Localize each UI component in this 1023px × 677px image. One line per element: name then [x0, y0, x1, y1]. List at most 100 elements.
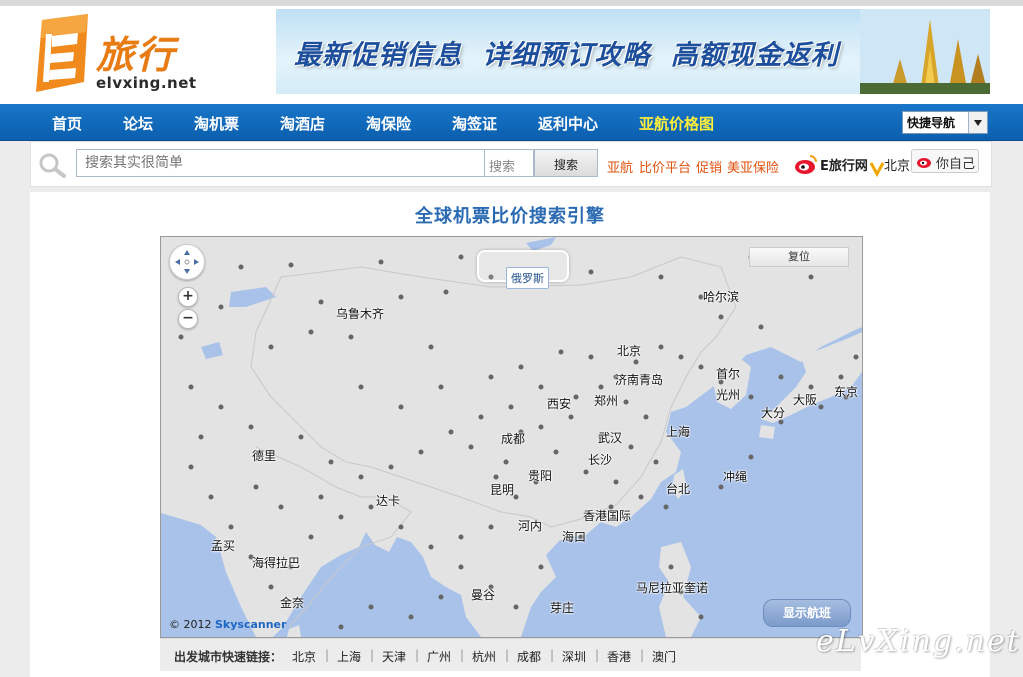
search-bar: 搜索 搜索 亚航 比价平台 促销 美亚保险 E旅行网 北京 你自己 [30, 141, 992, 187]
weibo-mine-label: 你自己 [936, 157, 976, 172]
separator: | [505, 648, 510, 662]
show-flights-button[interactable]: 显示航班 [763, 599, 851, 627]
separator: | [640, 648, 645, 662]
quick-link-city[interactable]: 天津 [382, 648, 406, 665]
city-label[interactable]: 冲绳 [723, 468, 747, 485]
verified-icon [870, 162, 884, 178]
city-label[interactable]: 马尼拉亚奎诺 [636, 579, 708, 596]
quick-link-city[interactable]: 杭州 [472, 648, 496, 665]
city-label[interactable]: 武汉 [598, 429, 622, 446]
search-input[interactable] [76, 149, 484, 177]
nav-rebate[interactable]: 返利中心 [538, 113, 598, 134]
nav-airasia-price[interactable]: 亚航价格图 [639, 113, 714, 134]
city-label[interactable]: 大阪 [793, 391, 817, 408]
quick-nav-label: 快捷导航 [907, 116, 956, 130]
weibo-sina-label[interactable]: E旅行网 [820, 155, 868, 174]
city-label[interactable]: 北京 [617, 342, 641, 359]
quick-link-city[interactable]: 广州 [427, 648, 451, 665]
city-label[interactable]: 芽庄 [550, 599, 574, 616]
city-label[interactable]: 孟买 [211, 537, 235, 554]
weibo-follow-button[interactable]: 你自己 [911, 149, 979, 173]
quick-links-label: 出发城市快速链接： [174, 650, 283, 664]
pan-arrows-icon [175, 250, 199, 274]
city-label[interactable]: 香港国际 [583, 507, 631, 524]
city-label[interactable]: 贵阳 [528, 467, 552, 484]
city-label[interactable]: 光州 [716, 386, 740, 403]
city-label[interactable]: 乌鲁木齐 [336, 305, 384, 322]
separator: | [370, 648, 375, 662]
search-icon [39, 153, 66, 178]
quick-link-city[interactable]: 澳门 [652, 648, 676, 665]
city-label[interactable]: 曼谷 [471, 586, 495, 603]
search-type-select[interactable]: 搜索 [484, 149, 534, 177]
city-label[interactable]: 河内 [518, 517, 542, 534]
region-label-russia[interactable]: 俄罗斯 [506, 267, 549, 289]
logo-e-icon [36, 14, 88, 92]
nav-home[interactable]: 首页 [52, 113, 82, 134]
quick-nav-select[interactable]: 快捷导航 [902, 111, 988, 134]
copyright-year: © 2012 [169, 618, 212, 631]
city-label[interactable]: 德里 [252, 447, 276, 464]
promo-banner[interactable]: 最新促销信息 详细预订攻略 高额现金返利 [276, 9, 990, 94]
chevron-down-icon[interactable] [968, 112, 987, 133]
departure-quick-links: 出发城市快速链接： 北京 | 上海 | 天津 | 广州 | 杭州 | 成都 | … [160, 638, 861, 671]
separator: | [460, 648, 465, 662]
map-pan-control[interactable] [169, 244, 205, 280]
separator: | [415, 648, 420, 662]
nav-insurance[interactable]: 淘保险 [366, 113, 411, 134]
link-promotions[interactable]: 促销 [696, 157, 722, 176]
city-label[interactable]: 金奈 [280, 594, 304, 611]
nav-forum[interactable]: 论坛 [123, 113, 153, 134]
page-title: 全球机票比价搜索引擎 [415, 206, 605, 227]
nav-hotels[interactable]: 淘酒店 [280, 113, 325, 134]
city-label[interactable]: 成都 [501, 430, 525, 447]
nav-visa[interactable]: 淘签证 [452, 113, 497, 134]
separator: | [325, 648, 330, 662]
city-label[interactable]: 郑州 [594, 392, 618, 409]
separator: | [595, 648, 600, 662]
city-label[interactable]: 青岛 [639, 371, 663, 388]
logo-chinese: 旅行 [96, 32, 177, 77]
main-content: 全球机票比价搜索引擎 + − 复位 俄罗斯 乌鲁木齐 哈尔滨 北京 济南 青岛 … [30, 192, 990, 677]
city-label[interactable]: 西安 [547, 395, 571, 412]
quick-link-city[interactable]: 北京 [292, 648, 316, 665]
link-compare-platform[interactable]: 比价平台 [639, 157, 691, 176]
logo-english: elvxing.net [96, 74, 197, 92]
quick-link-city[interactable]: 上海 [337, 648, 361, 665]
map-copyright: © 2012 Skyscanner [169, 618, 286, 631]
quick-link-city[interactable]: 成都 [517, 648, 541, 665]
city-label[interactable]: 东京 [834, 383, 858, 400]
flight-map[interactable]: + − 复位 俄罗斯 乌鲁木齐 哈尔滨 北京 济南 青岛 首尔 光州 大阪 大分… [160, 236, 863, 638]
link-meiya-insurance[interactable]: 美亚保险 [727, 157, 779, 176]
site-logo[interactable]: 旅行 elvxing.net [32, 12, 232, 98]
weibo-small-icon [917, 158, 931, 168]
city-label[interactable]: 哈尔滨 [703, 288, 739, 305]
map-reset-button[interactable]: 复位 [749, 247, 849, 267]
city-label[interactable]: 长沙 [588, 451, 612, 468]
link-airasia[interactable]: 亚航 [607, 157, 633, 176]
skyscanner-link[interactable]: Skyscanner [215, 618, 286, 631]
weibo-icon[interactable] [793, 152, 819, 176]
city-label[interactable]: 首尔 [716, 365, 740, 382]
site-header: 旅行 elvxing.net 最新促销信息 详细预订攻略 高额现金返利 [0, 6, 1023, 104]
city-label[interactable]: 海口 [562, 528, 586, 545]
city-label[interactable]: 海得拉巴 [252, 554, 300, 571]
city-label[interactable]: 达卡 [376, 492, 400, 509]
city-label[interactable]: 昆明 [490, 481, 514, 498]
weibo-city-label: 北京 [884, 159, 911, 174]
nav-flights[interactable]: 淘机票 [194, 113, 239, 134]
site-watermark: eLvXing.net [816, 624, 1021, 659]
city-label[interactable]: 上海 [666, 423, 690, 440]
zoom-out-button[interactable]: − [178, 309, 198, 329]
main-nav: 首页 论坛 淘机票 淘酒店 淘保险 淘签证 返利中心 亚航价格图 快捷导航 [0, 104, 1023, 141]
search-button[interactable]: 搜索 [534, 149, 598, 177]
banner-text: 最新促销信息 详细预订攻略 高额现金返利 [294, 40, 839, 71]
quick-link-city[interactable]: 深圳 [562, 648, 586, 665]
city-label[interactable]: 济南 [615, 371, 639, 388]
zoom-in-button[interactable]: + [178, 287, 198, 307]
city-label[interactable]: 大分 [761, 404, 785, 421]
city-label[interactable]: 台北 [666, 480, 690, 497]
temple-image [860, 9, 990, 94]
separator: | [550, 648, 555, 662]
quick-link-city[interactable]: 香港 [607, 648, 631, 665]
